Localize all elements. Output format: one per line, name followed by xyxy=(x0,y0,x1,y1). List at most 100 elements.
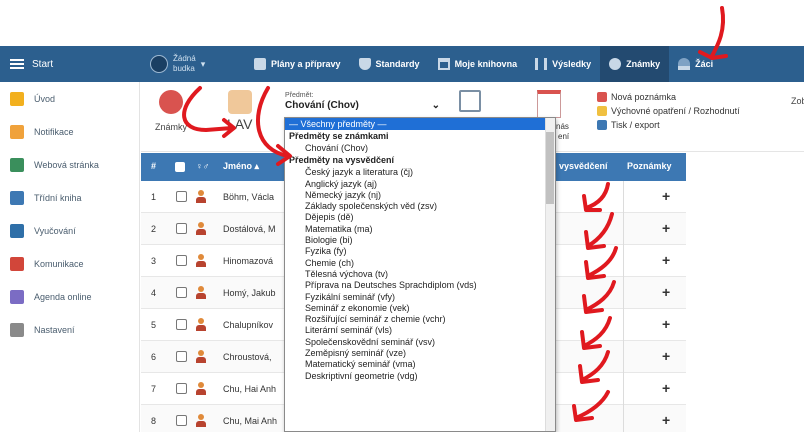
sidebar-item-2[interactable]: Webová stránka xyxy=(0,148,139,181)
student-name[interactable]: Dostálová, M xyxy=(223,224,283,234)
subject-label: Předmět: xyxy=(285,92,314,99)
school-switcher[interactable]: Žádná budka ▾ xyxy=(140,46,245,82)
start-menu-button[interactable]: Start xyxy=(0,46,140,82)
dropdown-option[interactable]: Zeměpisný seminář (vze) xyxy=(285,348,555,359)
sidebar-item-label: Vyučování xyxy=(34,225,76,236)
row-checkbox[interactable] xyxy=(176,351,187,362)
row-number: 3 xyxy=(151,256,157,266)
dropdown-option[interactable]: Literární seminář (vls) xyxy=(285,325,555,336)
printer-icon xyxy=(597,120,607,130)
select-all-checkbox[interactable] xyxy=(175,162,185,172)
dropdown-option[interactable]: Společenskovědní seminář (vsv) xyxy=(285,337,555,348)
subject-dropdown-list[interactable]: — Všechny předměty — Předměty se známkam… xyxy=(284,117,556,432)
nav-results[interactable]: Výsledky xyxy=(526,46,600,82)
subject-select[interactable]: Předmět: Chování (Chov) ⌄ xyxy=(285,92,440,111)
student-name[interactable]: Homý, Jakub xyxy=(223,288,283,298)
sidebar-item-7[interactable]: Nastavení xyxy=(0,313,139,346)
dropdown-option[interactable]: Chemie (ch) xyxy=(285,258,555,269)
add-note-button[interactable]: + xyxy=(662,284,670,300)
dropdown-option[interactable]: Seminář z ekonomie (vek) xyxy=(285,303,555,314)
dropdown-option[interactable]: Fyzika (fy) xyxy=(285,246,555,257)
student-icon xyxy=(196,190,206,203)
col-notes[interactable]: Poznámky xyxy=(627,161,672,171)
dropdown-option[interactable]: Příprava na Deutsches Sprachdiplom (vds) xyxy=(285,280,555,291)
row-checkbox[interactable] xyxy=(176,383,187,394)
student-icon xyxy=(196,222,206,235)
dropdown-option[interactable]: Chování (Chov) xyxy=(285,143,555,154)
calendar-icon[interactable] xyxy=(537,90,561,118)
nav-library[interactable]: Moje knihovna xyxy=(429,46,527,82)
toolbar-more[interactable]: Zob xyxy=(791,96,804,106)
add-note-button[interactable]: + xyxy=(662,188,670,204)
nav-grades[interactable]: Známky xyxy=(600,46,670,82)
student-name[interactable]: Chalupníkov xyxy=(223,320,283,330)
student-icon xyxy=(196,286,206,299)
student-name[interactable]: Böhm, Václa xyxy=(223,192,283,202)
class-button[interactable]: LAV xyxy=(227,90,252,132)
scrollbar-thumb[interactable] xyxy=(546,132,554,204)
student-name[interactable]: Chu, Hai Anh xyxy=(223,384,283,394)
dropdown-option[interactable]: Deskriptivní geometrie (vdg) xyxy=(285,371,555,382)
dropdown-option[interactable]: Tělesná výchova (tv) xyxy=(285,269,555,280)
new-note-button[interactable]: Nová poznámka xyxy=(597,90,740,104)
add-note-button[interactable]: + xyxy=(662,412,670,428)
row-checkbox[interactable] xyxy=(176,287,187,298)
row-number: 8 xyxy=(151,416,157,426)
dropdown-option[interactable]: Základy společenských věd (zsv) xyxy=(285,201,555,212)
save-icon[interactable] xyxy=(459,90,481,112)
sidebar-item-0[interactable]: Úvod xyxy=(0,82,139,115)
sidebar-item-1[interactable]: Notifikace xyxy=(0,115,139,148)
dropdown-option[interactable]: Biologie (bi) xyxy=(285,235,555,246)
row-number: 6 xyxy=(151,352,157,362)
dropdown-scrollbar[interactable] xyxy=(545,118,555,431)
sidebar-item-label: Úvod xyxy=(34,93,56,104)
row-checkbox[interactable] xyxy=(176,255,187,266)
sidebar-item-label: Třídní kniha xyxy=(34,192,82,203)
school-line-2: budka xyxy=(173,64,195,73)
dropdown-option[interactable]: Německý jazyk (nj) xyxy=(285,190,555,201)
row-number: 4 xyxy=(151,288,157,298)
add-note-button[interactable]: + xyxy=(662,252,670,268)
dropdown-option[interactable]: Fyzikální seminář (vfy) xyxy=(285,292,555,303)
shield-icon xyxy=(358,58,371,70)
sidebar-item-label: Komunikace xyxy=(34,258,84,269)
add-note-button[interactable]: + xyxy=(662,316,670,332)
sidebar-item-label: Notifikace xyxy=(34,126,74,137)
dropdown-option-all[interactable]: — Všechny předměty — xyxy=(285,118,555,130)
add-note-button[interactable]: + xyxy=(662,380,670,396)
class-avatar-icon xyxy=(227,90,252,114)
student-name[interactable]: Chroustová, xyxy=(223,352,283,362)
dropdown-option[interactable]: Matematika (ma) xyxy=(285,224,555,235)
sidebar-item-icon xyxy=(10,256,24,271)
dropdown-option[interactable]: Dějepis (dě) xyxy=(285,212,555,223)
student-icon xyxy=(196,318,206,331)
edu-measure-button[interactable]: Výchovné opatření / Rozhodnutí xyxy=(597,104,740,118)
dropdown-option[interactable]: Český jazyk a literatura (čj) xyxy=(285,167,555,178)
row-checkbox[interactable] xyxy=(176,415,187,426)
dropdown-option[interactable]: Matematický seminář (vma) xyxy=(285,359,555,370)
student-name[interactable]: Chu, Mai Anh xyxy=(223,416,283,426)
sidebar-item-4[interactable]: Vyučování xyxy=(0,214,139,247)
dropdown-option[interactable]: Rozšiřující seminář z chemie (vchr) xyxy=(285,314,555,325)
print-export-button[interactable]: Tisk / export xyxy=(597,118,740,132)
col-sex[interactable]: ♀♂ xyxy=(196,161,210,171)
add-note-button[interactable]: + xyxy=(662,348,670,364)
sidebar-item-icon xyxy=(10,223,24,238)
sidebar-item-3[interactable]: Třídní kniha xyxy=(0,181,139,214)
row-checkbox[interactable] xyxy=(176,223,187,234)
col-name[interactable]: Jméno ▴ xyxy=(223,161,259,172)
sidebar-item-6[interactable]: Agenda online xyxy=(0,280,139,313)
nav-plans[interactable]: Plány a přípravy xyxy=(245,46,350,82)
sidebar-item-5[interactable]: Komunikace xyxy=(0,247,139,280)
sidebar-item-label: Agenda online xyxy=(34,291,92,302)
row-checkbox[interactable] xyxy=(176,319,187,330)
nav-standards[interactable]: Standardy xyxy=(350,46,429,82)
subject-value: Chování (Chov) xyxy=(285,100,359,111)
row-checkbox[interactable] xyxy=(176,191,187,202)
student-name[interactable]: Hinomazová xyxy=(223,256,283,266)
grades-button[interactable]: Známky xyxy=(155,90,187,132)
add-note-button[interactable]: + xyxy=(662,220,670,236)
dropdown-option[interactable]: Anglický jazyk (aj) xyxy=(285,179,555,190)
col-certificate[interactable]: vysvědčení xyxy=(559,161,608,171)
nav-students[interactable]: Žáci xyxy=(669,46,722,82)
